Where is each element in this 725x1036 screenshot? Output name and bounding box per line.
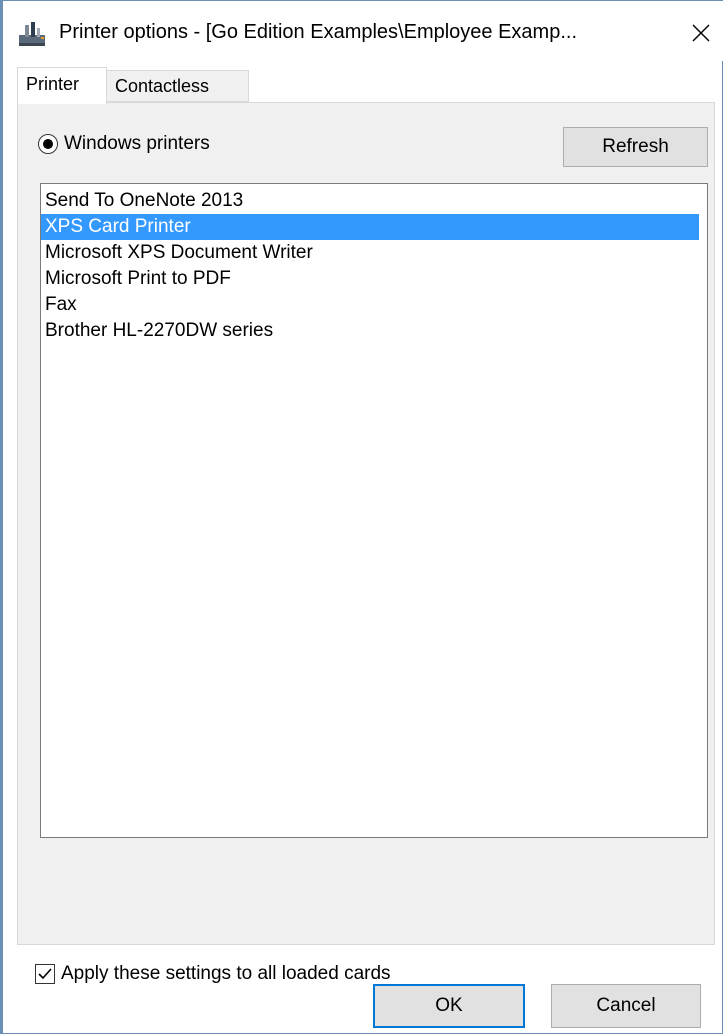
printer-list-item-selected[interactable]: XPS Card Printer [41, 214, 699, 240]
apply-all-checkbox[interactable] [35, 964, 55, 984]
refresh-button[interactable]: Refresh [563, 127, 708, 167]
windows-printers-radio[interactable]: Windows printers [38, 133, 210, 155]
apply-all-label: Apply these settings to all loaded cards [61, 963, 391, 984]
printer-tab-panel: Windows printers Refresh Send To OneNote… [17, 102, 715, 945]
close-button[interactable] [683, 15, 719, 51]
ok-button[interactable]: OK [373, 984, 525, 1028]
printer-list-item[interactable]: Microsoft Print to PDF [41, 266, 707, 292]
checkmark-icon [38, 968, 52, 980]
printer-list[interactable]: Send To OneNote 2013 XPS Card Printer Mi… [40, 183, 708, 838]
printer-list-item[interactable]: Microsoft XPS Document Writer [41, 240, 707, 266]
tab-printer[interactable]: Printer [17, 67, 107, 104]
printer-list-item[interactable]: Send To OneNote 2013 [41, 188, 707, 214]
windows-printers-label: Windows printers [64, 133, 210, 154]
printer-icon [17, 21, 47, 47]
radio-selected-dot [43, 139, 53, 149]
printer-options-dialog: Printer options - [Go Edition Examples\E… [0, 0, 723, 1034]
apply-all-checkbox-row[interactable]: Apply these settings to all loaded cards [35, 963, 391, 985]
cancel-button[interactable]: Cancel [551, 984, 701, 1028]
printer-list-item[interactable]: Brother HL-2270DW series [41, 318, 707, 344]
radio-button[interactable] [38, 134, 58, 154]
window-title: Printer options - [Go Edition Examples\E… [59, 21, 578, 43]
printer-list-item[interactable]: Fax [41, 292, 707, 318]
tab-contactless[interactable]: Contactless [107, 70, 249, 102]
title-bar[interactable]: Printer options - [Go Edition Examples\E… [3, 1, 723, 61]
tab-strip: Printer Contactless [17, 67, 717, 104]
close-icon [692, 24, 710, 42]
